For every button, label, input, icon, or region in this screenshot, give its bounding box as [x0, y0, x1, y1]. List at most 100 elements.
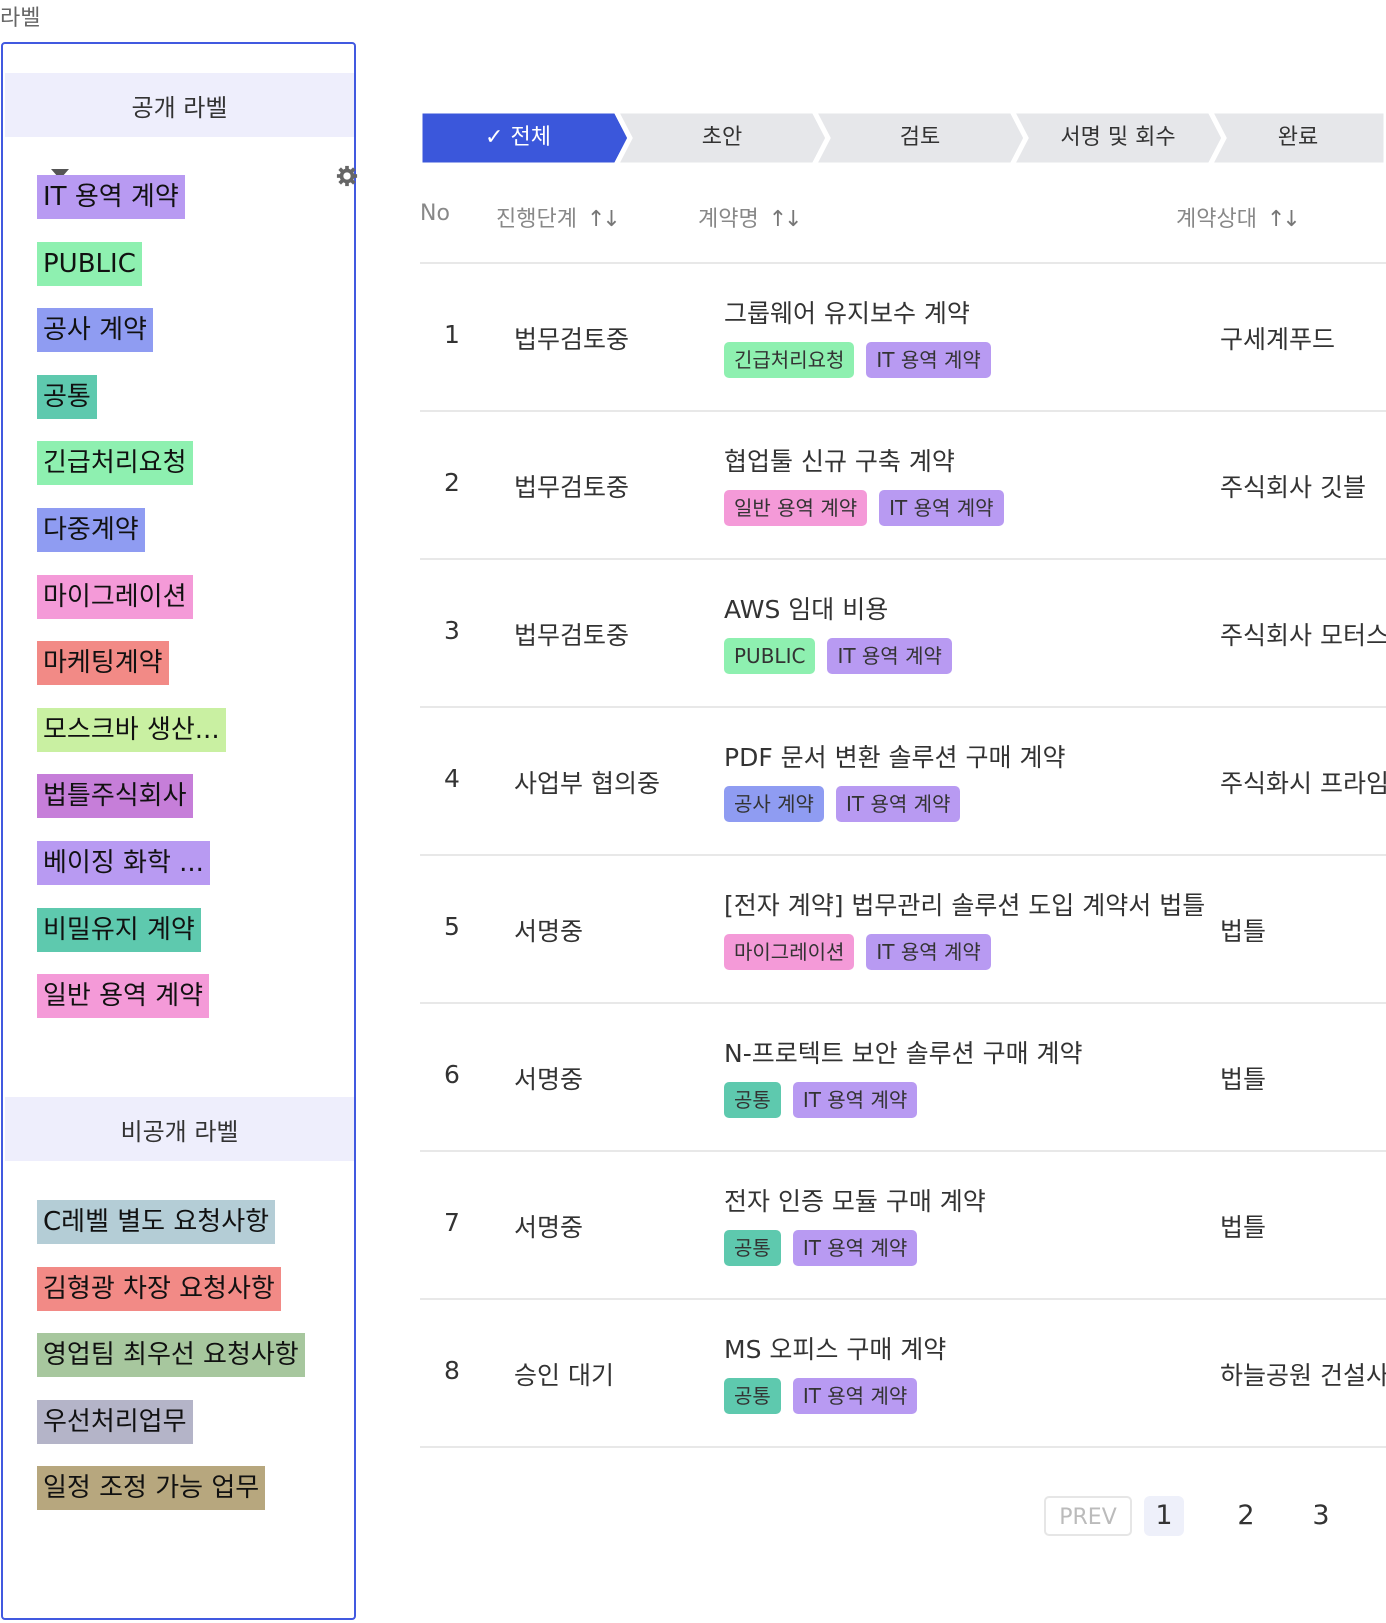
label-chip[interactable]: 영업팀 최우선 요청사항: [37, 1333, 305, 1378]
row-tags: PUBLIC IT 용역 계약: [724, 638, 952, 674]
row-tags: 공통 IT 용역 계약: [724, 1378, 918, 1414]
row-tags: 긴급처리요청 IT 용역 계약: [724, 342, 991, 378]
tag-badge: IT 용역 계약: [792, 1230, 918, 1266]
row-contract-name[interactable]: PDF 문서 변환 솔루션 구매 계약: [724, 738, 1065, 774]
row-stage: 법무검토중: [514, 325, 630, 354]
row-contract-name[interactable]: N-프로텍트 보안 솔루션 구매 계약: [724, 1034, 1083, 1070]
row-contract-name[interactable]: 전자 인증 모듈 구매 계약: [724, 1182, 986, 1218]
label-chip[interactable]: 공사 계약: [37, 308, 153, 353]
label-chip[interactable]: 모스크바 생산...: [37, 707, 226, 752]
row-contract-name[interactable]: 그룹웨어 유지보수 계약: [724, 294, 970, 330]
tag-badge: IT 용역 계약: [866, 342, 991, 378]
table-row[interactable]: 5 서명중 [전자 계약] 법무관리 솔루션 도입 계약서 법틀법틀마이그레이션 IT…: [420, 856, 1386, 1004]
prev-button[interactable]: PREV: [1044, 1496, 1132, 1536]
sort-icon[interactable]: ↑↓: [587, 207, 621, 232]
row-number: 6: [444, 1060, 460, 1089]
row-tags: 일반 용역 계약 IT 용역 계약: [724, 490, 1004, 526]
label-chip[interactable]: 일정 조정 가능 업무: [37, 1466, 266, 1511]
label-chip[interactable]: 법틀주식회사: [37, 774, 193, 819]
page-label: 라벨: [0, 6, 41, 31]
table-row[interactable]: 4 사업부 협의중 PDF 문서 변환 솔루션 구매 계약주식화시 프라임공사 계약…: [420, 708, 1386, 856]
row-counterparty: 법틀: [1220, 1065, 1267, 1094]
row-contract-name[interactable]: 협업툴 신규 구축 계약: [724, 442, 955, 478]
table-header: No 진행단계 ↑↓ 계약명 ↑↓ 계약상대 ↑↓: [420, 165, 1386, 264]
label-chip[interactable]: 일반 용역 계약: [37, 974, 210, 1019]
table-row[interactable]: 3 법무검토중 AWS 임대 비용 주식회사 모터스 PUBLIC IT 용역 계약: [420, 560, 1386, 708]
tag-badge: 공통: [724, 1230, 781, 1266]
row-stage: 법무검토중: [514, 473, 630, 502]
table-row[interactable]: 1 법무검토중 그룹웨어 유지보수 계약 구세계푸드 긴급처리요청 IT 용역 계약: [420, 264, 1386, 412]
table-row[interactable]: 8 승인 대기 MS 오피스 구매 계약하늘공원 건설사공통 IT 용역 계약: [420, 1300, 1386, 1448]
status-stepper: ✓ 전체 초안 검토 서명 및 회수 완료: [420, 111, 1386, 165]
step-label[interactable]: 완료: [1224, 111, 1372, 165]
row-number: 2: [444, 468, 460, 497]
label-chip[interactable]: 마케팅계약: [37, 641, 169, 686]
row-stage: 법무검토중: [514, 621, 630, 650]
row-number: 4: [444, 764, 460, 793]
gear-icon[interactable]: [336, 165, 358, 187]
row-number: 8: [444, 1356, 460, 1385]
tag-badge: 마이그레이션: [724, 934, 855, 970]
row-stage: 승인 대기: [514, 1361, 614, 1390]
tag-badge: 공통: [724, 1082, 781, 1118]
row-stage: 서명중: [514, 1065, 584, 1094]
tag-badge: IT 용역 계약: [792, 1082, 918, 1118]
label-chip[interactable]: PUBLIC: [37, 241, 142, 286]
table-row[interactable]: 7 서명중 전자 인증 모듈 구매 계약법틀공통 IT 용역 계약: [420, 1152, 1386, 1300]
tag-badge: 긴급처리요청: [724, 342, 855, 378]
row-number: 7: [444, 1208, 460, 1237]
tag-badge: IT 용역 계약: [866, 934, 991, 970]
step-label[interactable]: 서명 및 회수: [1026, 111, 1210, 165]
private-labels-header: 비공개 라벨: [5, 1097, 354, 1161]
page-number[interactable]: 3: [1301, 1496, 1341, 1536]
row-counterparty: 하늘공원 건설사: [1220, 1361, 1386, 1390]
header-no: No: [420, 201, 450, 226]
label-chip[interactable]: 김형광 차장 요청사항: [37, 1266, 281, 1311]
label-chip[interactable]: C레벨 별도 요청사항: [37, 1200, 276, 1244]
header-stage[interactable]: 진행단계 ↑↓: [496, 201, 621, 233]
sort-icon[interactable]: ↑↓: [1267, 207, 1301, 232]
step-label[interactable]: ✓ 전체: [420, 111, 616, 165]
row-tags: 공통 IT 용역 계약: [724, 1082, 918, 1118]
tag-badge: IT 용역 계약: [835, 786, 961, 822]
tag-badge: IT 용역 계약: [792, 1378, 918, 1414]
row-stage: 사업부 협의중: [514, 769, 660, 798]
label-sidebar: 공개 라벨 IT 용역 계약 PUBLIC 공사 계약공통긴급처리요청다중계약마이그…: [1, 42, 358, 1620]
label-chip[interactable]: 다중계약: [37, 508, 145, 552]
row-tags: 공사 계약 IT 용역 계약: [724, 786, 961, 822]
header-party[interactable]: 계약상대 ↑↓: [1176, 201, 1301, 233]
row-stage: 서명중: [514, 917, 584, 946]
tag-badge: 공사 계약: [724, 786, 824, 822]
label-chip[interactable]: 긴급처리요청: [37, 441, 193, 486]
row-contract-name[interactable]: MS 오피스 구매 계약: [724, 1330, 946, 1366]
row-contract-name[interactable]: AWS 임대 비용: [724, 590, 888, 626]
row-counterparty: 주식회사 모터스: [1220, 621, 1386, 650]
page-number[interactable]: 2: [1226, 1496, 1266, 1536]
step-label[interactable]: 검토: [828, 111, 1012, 165]
row-counterparty: 구세계푸드: [1220, 325, 1336, 354]
label-chip[interactable]: 공통: [37, 374, 97, 419]
step-label[interactable]: 초안: [630, 111, 814, 165]
row-stage: 서명중: [514, 1213, 584, 1242]
row-counterparty: 주식화시 프라임: [1220, 769, 1386, 798]
table-body: 1 법무검토중 그룹웨어 유지보수 계약 구세계푸드 긴급처리요청 IT 용역 계약 2 법무…: [420, 264, 1386, 1448]
label-chip[interactable]: IT 용역 계약: [37, 175, 185, 219]
table-row[interactable]: 6 서명중 N-프로텍트 보안 솔루션 구매 계약법틀공통 IT 용역 계약: [420, 1004, 1386, 1152]
label-chip[interactable]: 비밀유지 계약: [37, 907, 201, 952]
tag-badge: 공통: [724, 1378, 781, 1414]
row-number: 5: [444, 912, 460, 941]
sort-icon[interactable]: ↑↓: [769, 207, 803, 232]
row-contract-name[interactable]: [전자 계약] 법무관리 솔루션 도입 계약서 법틀: [724, 886, 1205, 922]
public-labels-header: 공개 라벨: [5, 73, 354, 137]
page-number[interactable]: 1: [1144, 1496, 1184, 1536]
tag-badge: 일반 용역 계약: [724, 490, 868, 526]
row-counterparty: 법틀: [1220, 1213, 1267, 1242]
row-tags: 공통 IT 용역 계약: [724, 1230, 918, 1266]
label-chip[interactable]: 마이그레이션: [37, 574, 193, 619]
table-row[interactable]: 2 법무검토중 협업툴 신규 구축 계약 주식회사 깃블 일반 용역 계약 IT 용역 계…: [420, 412, 1386, 560]
header-name[interactable]: 계약명 ↑↓: [698, 201, 803, 233]
row-tags: 마이그레이션 IT 용역 계약: [724, 934, 991, 970]
row-counterparty: 법틀: [1220, 917, 1267, 946]
label-chip[interactable]: 우선처리업무: [37, 1399, 193, 1444]
label-chip[interactable]: 베이징 화학 ...: [37, 841, 210, 885]
